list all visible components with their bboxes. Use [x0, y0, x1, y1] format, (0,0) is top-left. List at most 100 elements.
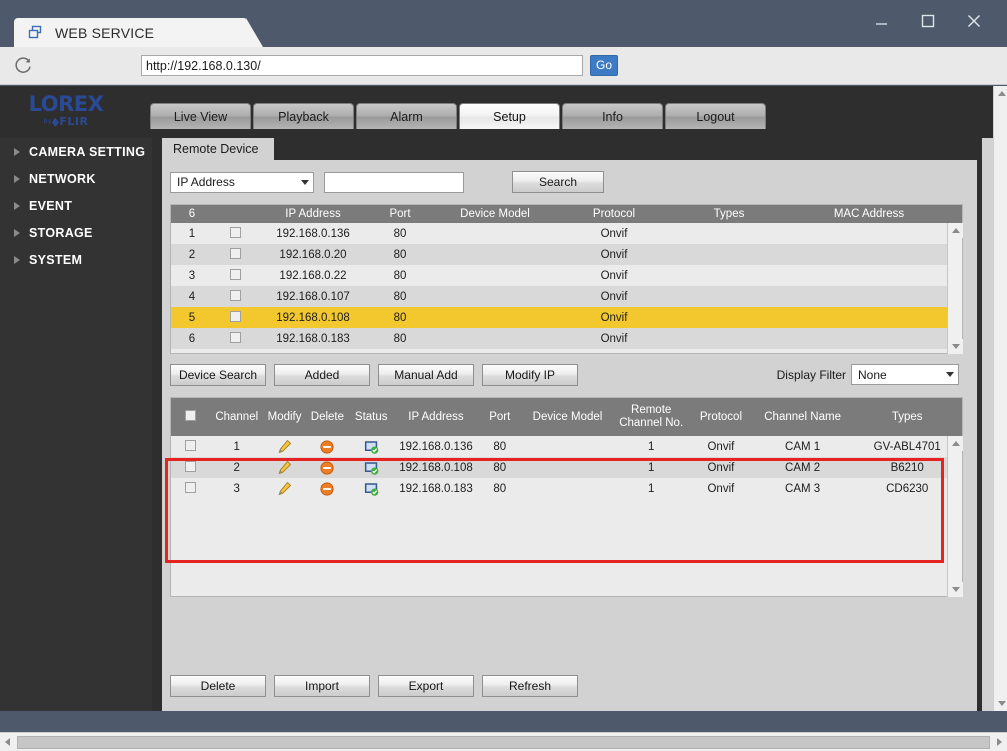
page-scroll-up-icon[interactable]: [994, 86, 1007, 101]
page-hscroll-thumb[interactable]: [17, 735, 990, 749]
col-modify: Modify: [267, 411, 302, 423]
page-scroll-right-icon[interactable]: [992, 734, 1007, 751]
page-horizontal-scrollbar[interactable]: [0, 732, 1007, 751]
add-button[interactable]: Added: [274, 364, 370, 386]
search-type-select[interactable]: IP Address: [170, 171, 314, 193]
table-row[interactable]: 2 192.168.0.108 80 1 Onvif CAM 2 B6210: [171, 457, 962, 478]
url-input[interactable]: [141, 55, 583, 76]
row-checkbox[interactable]: [213, 247, 257, 262]
table-row[interactable]: 1 192.168.0.136 80 Onvif: [171, 223, 962, 244]
page-scroll-down-icon[interactable]: [994, 696, 1007, 711]
logo-by-text: by: [43, 118, 52, 125]
sidebar-item-system[interactable]: SYSTEM: [0, 246, 152, 273]
nav-tab-logout[interactable]: Logout: [665, 103, 766, 129]
table-row[interactable]: 4 192.168.0.107 80 Onvif: [171, 286, 962, 307]
table-row[interactable]: 3 192.168.0.22 80 Onvif: [171, 265, 962, 286]
row-checkbox[interactable]: [213, 268, 257, 283]
reload-icon[interactable]: [0, 47, 46, 85]
pencil-icon[interactable]: [263, 460, 307, 475]
nav-tab-info[interactable]: Info: [562, 103, 663, 129]
table-row-selected[interactable]: 5 192.168.0.108 80 Onvif: [171, 307, 962, 328]
table-row[interactable]: 2 192.168.0.20 80 Onvif: [171, 244, 962, 265]
scroll-down-icon[interactable]: [948, 582, 963, 597]
display-filter-value: None: [858, 367, 887, 382]
row-no: 3: [188, 269, 196, 282]
page-vertical-scrollbar[interactable]: [993, 86, 1007, 711]
row-checkbox[interactable]: [213, 226, 257, 241]
row-protocol: Onvif: [600, 311, 628, 324]
modify-ip-button[interactable]: Modify IP: [482, 364, 578, 386]
added-select-all-checkbox[interactable]: [171, 410, 211, 424]
maximize-icon[interactable]: [915, 8, 941, 34]
row-types: GV-ABL4701: [873, 440, 941, 453]
row-channel: 2: [233, 461, 240, 474]
page-scroll-left-icon[interactable]: [0, 734, 15, 751]
row-checkbox[interactable]: [171, 460, 211, 475]
device-table-scrollbar[interactable]: [947, 223, 963, 354]
row-checkbox[interactable]: [213, 289, 257, 304]
export-button[interactable]: Export: [378, 675, 474, 697]
nav-tab-live-view[interactable]: Live View: [150, 103, 251, 129]
go-button[interactable]: Go: [590, 55, 618, 76]
sidebar-item-network[interactable]: NETWORK: [0, 165, 152, 192]
remove-circle-icon[interactable]: [306, 460, 348, 475]
row-checkbox[interactable]: [171, 481, 211, 496]
row-protocol: Onvif: [600, 227, 628, 240]
row-ip: 192.168.0.108: [276, 311, 350, 324]
subtab-remote-device[interactable]: Remote Device: [162, 138, 274, 160]
display-filter-select[interactable]: None: [851, 364, 959, 385]
scroll-up-icon[interactable]: [948, 223, 963, 238]
pencil-icon[interactable]: [263, 481, 307, 496]
row-checkbox[interactable]: [213, 310, 257, 325]
close-icon[interactable]: [961, 8, 987, 34]
sidebar-item-camera-setting[interactable]: CAMERA SETTING: [0, 138, 152, 165]
remove-circle-icon[interactable]: [306, 481, 348, 496]
logo-flir-text: by◆FLIR: [43, 115, 89, 130]
sidebar-item-event[interactable]: EVENT: [0, 192, 152, 219]
scroll-down-icon[interactable]: [948, 339, 963, 354]
row-ip: 192.168.0.183: [399, 482, 473, 495]
import-button[interactable]: Import: [274, 675, 370, 697]
search-button[interactable]: Search: [512, 171, 604, 193]
col-delete: Delete: [310, 411, 345, 423]
table-row[interactable]: 3 192.168.0.183 80 1 Onvif CAM 3 CD6230: [171, 478, 962, 499]
col-types: Types: [713, 208, 745, 220]
row-types: CD6230: [886, 482, 929, 495]
delete-button[interactable]: Delete: [170, 675, 266, 697]
table-row[interactable]: 1 192.168.0.136 80 1 Onvif CAM 1 GV-ABL4…: [171, 436, 962, 457]
col-protocol: Protocol: [699, 411, 742, 423]
remove-circle-icon[interactable]: [306, 439, 348, 454]
nav-tab-setup[interactable]: Setup: [459, 103, 560, 129]
added-table-scrollbar[interactable]: [947, 436, 963, 597]
manual-add-button[interactable]: Manual Add: [378, 364, 474, 386]
row-channel: 3: [233, 482, 240, 495]
nav-tab-playback[interactable]: Playback: [253, 103, 354, 129]
sidebar-item-storage[interactable]: STORAGE: [0, 219, 152, 246]
row-channel-name: CAM 1: [785, 440, 821, 453]
row-checkbox[interactable]: [213, 331, 257, 346]
col-port: Port: [389, 208, 411, 220]
row-ip: 192.168.0.22: [279, 269, 347, 282]
pencil-icon[interactable]: [263, 439, 307, 454]
device-search-button[interactable]: Device Search: [170, 364, 266, 386]
nav-tab-alarm[interactable]: Alarm: [356, 103, 457, 129]
chevron-right-icon: [14, 147, 20, 156]
row-ip: 192.168.0.136: [276, 227, 350, 240]
row-port: 80: [493, 461, 507, 474]
table-row[interactable]: 6 192.168.0.183 80 Onvif: [171, 328, 962, 349]
search-input[interactable]: [324, 171, 464, 193]
row-checkbox[interactable]: [171, 439, 211, 454]
col-channel: Channel: [215, 411, 259, 423]
scroll-up-icon[interactable]: [948, 436, 963, 451]
row-port: 80: [393, 269, 407, 282]
refresh-button[interactable]: Refresh: [482, 675, 578, 697]
app-window: WEB SERVICE Go LO: [0, 0, 1007, 751]
row-protocol: Onvif: [600, 332, 628, 345]
chevron-right-icon: [14, 174, 20, 183]
browser-tab[interactable]: WEB SERVICE: [14, 18, 263, 47]
sidebar-item-label: EVENT: [29, 198, 73, 213]
row-ip: 192.168.0.108: [399, 461, 473, 474]
main-nav-tabs: Live View Playback Alarm Setup Info Logo…: [150, 103, 766, 129]
window-controls: [869, 0, 1001, 42]
minimize-icon[interactable]: [869, 8, 895, 34]
